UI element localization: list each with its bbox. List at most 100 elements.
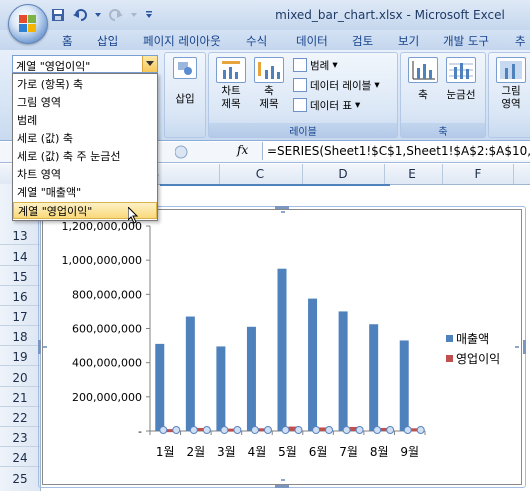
selection-handle	[373, 426, 382, 434]
gridlines-button[interactable]: 눈금선	[443, 57, 479, 102]
background-group: 그림 영역	[488, 52, 530, 138]
axis-title-button[interactable]: 축 제목	[251, 57, 287, 111]
row-header[interactable]: 25	[0, 472, 40, 486]
tab-home[interactable]: 홈	[62, 33, 73, 49]
y-tick-label: -	[138, 425, 142, 438]
plot-area-label-2: 영역	[501, 98, 521, 110]
row-header[interactable]: 23	[0, 431, 40, 445]
tab-insert[interactable]: 삽입	[97, 33, 118, 49]
row-separator	[0, 386, 40, 387]
row-header[interactable]: 24	[0, 451, 40, 465]
row-header[interactable]: 19	[0, 350, 40, 364]
chart-title-button[interactable]: 차트 제목	[213, 57, 249, 111]
row-header[interactable]: 17	[0, 310, 40, 324]
tab-data[interactable]: 데이터	[296, 33, 328, 49]
row-separator	[0, 244, 40, 245]
row-header[interactable]: 16	[0, 290, 40, 304]
mouse-cursor-icon	[127, 205, 140, 227]
column-separator	[219, 164, 220, 184]
tab-review[interactable]: 검토	[352, 33, 373, 49]
row-separator	[0, 406, 40, 407]
tab-view[interactable]: 보기	[398, 33, 419, 49]
data-labels-button[interactable]: 데이터 레이블 ▾	[293, 77, 380, 93]
x-tick-label: 4월	[248, 445, 267, 459]
chart-area[interactable]: - 200,000,000 400,000,000 600,000,000 800,00…	[42, 209, 522, 485]
y-tick-label: 200,000,000	[72, 391, 142, 404]
resize-handle-right[interactable]	[523, 340, 526, 354]
resize-handle-bottom[interactable]	[275, 485, 289, 488]
plot-area-icon	[496, 57, 526, 83]
y-tick-label: 800,000,000	[72, 288, 142, 301]
column-header-c[interactable]: C	[250, 167, 270, 181]
row-separator	[0, 285, 40, 286]
data-labels-icon	[293, 78, 307, 92]
row-header[interactable]: 18	[0, 330, 40, 344]
selection-handle	[220, 426, 229, 434]
resize-handle-top[interactable]	[275, 206, 289, 209]
labels-group: 차트 제목 축 제목 범례 ▾ 데이터 레이블 ▾ 데이터 표 ▾ 레이블	[208, 52, 398, 138]
tab-formulas[interactable]: 수식	[246, 33, 267, 49]
data-table-button[interactable]: 데이터 표 ▾	[293, 97, 360, 113]
column-header-e[interactable]: E	[402, 167, 422, 181]
chart-resize-dot	[515, 346, 519, 348]
dropdown-arrow-icon: ▾	[354, 99, 361, 111]
tab-page-layout[interactable]: 페이지 레이아웃	[143, 33, 221, 49]
office-button[interactable]	[8, 4, 48, 44]
row-headers: 13 14 15 16 17 18 19 20 21 22 23 24 25	[0, 184, 41, 491]
formula-input[interactable]: =SERIES(Sheet1!$C$1,Sheet1!$A$2:$A$10,S	[262, 142, 530, 160]
row-header[interactable]: 21	[0, 391, 40, 405]
row-separator	[0, 305, 40, 306]
gridlines-label: 눈금선	[446, 89, 476, 101]
selection-handle	[281, 426, 290, 434]
chart-resize-dot	[281, 211, 285, 213]
axes-button[interactable]: 축	[405, 57, 441, 102]
bar-sales	[216, 346, 226, 431]
row-header[interactable]: 15	[0, 270, 40, 284]
fx-icon[interactable]: fx	[237, 143, 248, 157]
tab-more[interactable]: 추	[515, 33, 526, 49]
row-header[interactable]: 20	[0, 371, 40, 385]
legend-button[interactable]: 범례 ▾	[293, 57, 338, 73]
column-header-d[interactable]: D	[333, 167, 353, 181]
row-header[interactable]: 14	[0, 250, 40, 264]
selection-handle	[172, 426, 181, 434]
chart-element-select[interactable]: 계열 "영업이익"	[12, 55, 158, 73]
row-header[interactable]: 13	[0, 229, 40, 243]
row-separator	[0, 325, 40, 326]
selection-handle	[202, 426, 211, 434]
ribbon-tabs: 홈 삽입 페이지 레이아웃 수식 데이터 검토 보기 개발 도구 추	[0, 30, 530, 50]
selection-handle	[325, 426, 334, 434]
data-table-label: 데이터 표	[310, 99, 352, 112]
option-legend[interactable]: 범례	[13, 112, 157, 129]
option-series-sales[interactable]: 계열 "매출액"	[13, 184, 157, 201]
formula-buttons: fx	[174, 143, 259, 160]
bar-sales	[308, 298, 318, 431]
x-tick-label: 1월	[156, 445, 175, 459]
option-horizontal-axis[interactable]: 가로 (항목) 축	[13, 76, 157, 93]
row-separator	[0, 345, 40, 346]
chart-title-icon	[216, 57, 246, 83]
y-tick-label: 400,000,000	[72, 357, 142, 370]
chevron-down-icon[interactable]	[142, 56, 157, 72]
tab-developer[interactable]: 개발 도구	[443, 33, 489, 49]
row-separator	[0, 466, 40, 467]
bar-sales	[155, 343, 165, 431]
resize-handle-left[interactable]	[38, 340, 41, 354]
x-tick-label: 3월	[217, 445, 236, 459]
selection-handle	[403, 426, 412, 434]
chart-element-dropdown-list: 가로 (항목) 축 그림 영역 범례 세로 (값) 축 세로 (값) 축 주 눈…	[12, 73, 158, 221]
chart-title-label-2: 제목	[221, 98, 241, 110]
insert-button[interactable]: 삽입	[167, 57, 203, 106]
row-header[interactable]: 22	[0, 411, 40, 425]
legend-icon	[293, 58, 307, 72]
legend-entry-operating-profit[interactable]: 영업이익	[446, 350, 500, 367]
plot-area-button[interactable]: 그림 영역	[493, 57, 529, 111]
option-chart-area[interactable]: 차트 영역	[13, 166, 157, 183]
x-tick-label: 7월	[339, 445, 358, 459]
legend-entry-sales[interactable]: 매출액	[446, 330, 489, 347]
option-vertical-axis[interactable]: 세로 (값) 축	[13, 130, 157, 147]
option-plot-area[interactable]: 그림 영역	[13, 94, 157, 111]
column-header-f[interactable]: F	[470, 167, 486, 181]
option-vertical-axis-major-gridlines[interactable]: 세로 (값) 축 주 눈금선	[13, 148, 157, 165]
axis-title-icon	[254, 57, 284, 83]
